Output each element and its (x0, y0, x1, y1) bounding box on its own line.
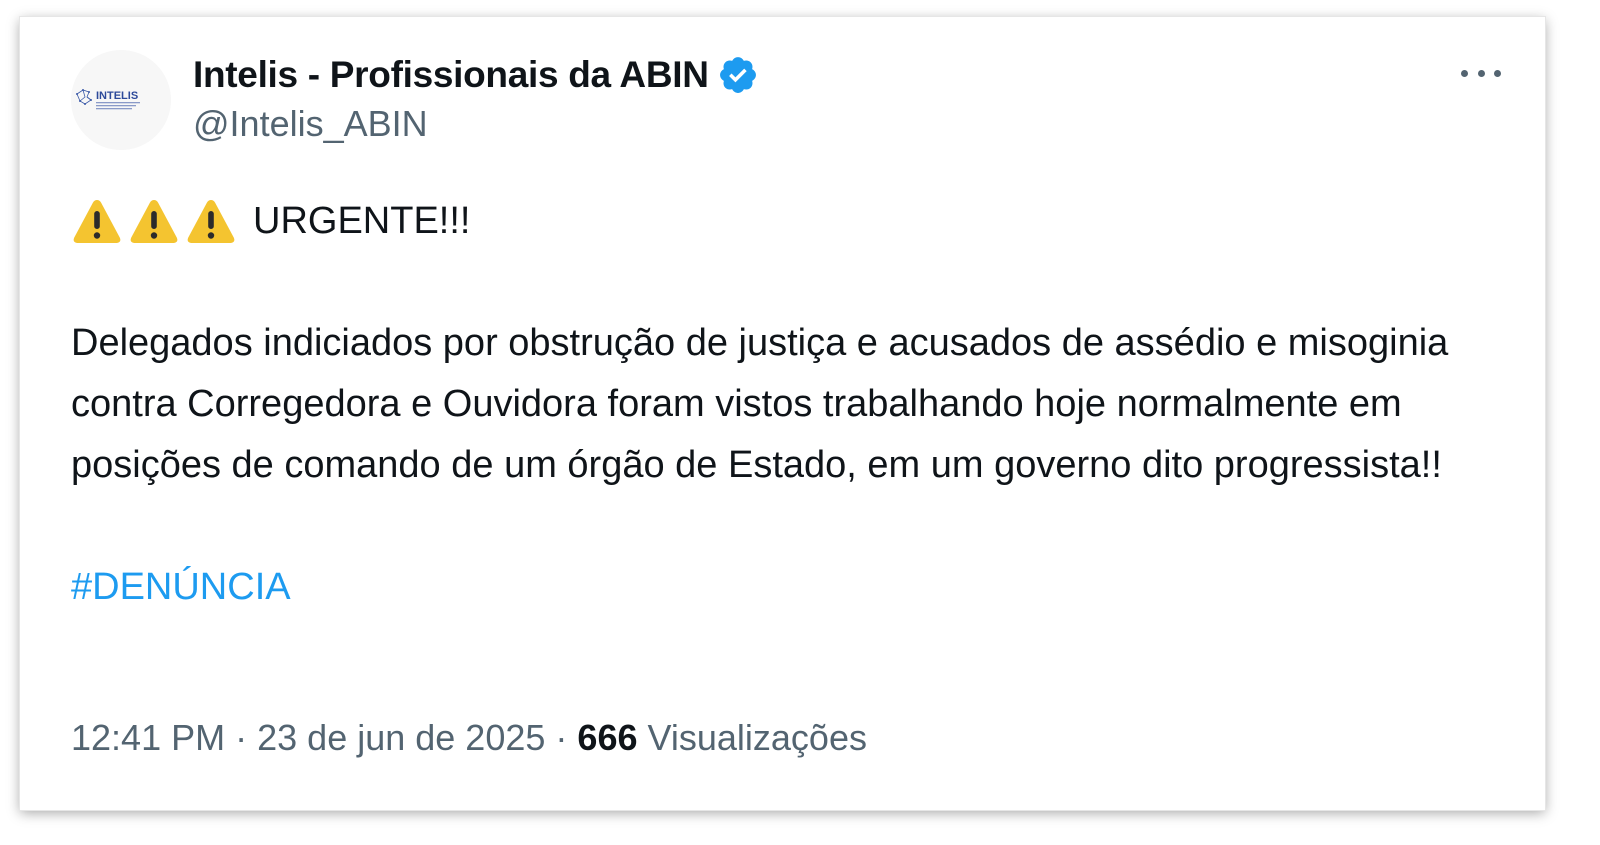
tweet-date[interactable]: 23 de jun de 2025 (257, 717, 545, 758)
hashtag-line: #DENÚNCIA (71, 557, 1511, 618)
more-options-icon[interactable] (1461, 61, 1501, 85)
avatar-logo-text: INTELIS (96, 90, 138, 102)
warning-icon (185, 196, 237, 248)
account-name-row[interactable]: Intelis - Profissionais da ABIN (193, 53, 759, 97)
tweet-text: URGENTE!!! Delegados indiciados por obst… (71, 191, 1511, 618)
avatar[interactable]: INTELIS (71, 50, 171, 150)
warning-icon (71, 196, 123, 248)
tweet-meta: 12:41 PM · 23 de jun de 2025 · 666 Visua… (71, 717, 867, 759)
urgent-label: URGENTE!!! (253, 200, 471, 242)
account-handle[interactable]: @Intelis_ABIN (193, 103, 428, 145)
verified-badge-icon (717, 54, 759, 96)
display-name[interactable]: Intelis - Profissionais da ABIN (193, 54, 709, 96)
warning-icon (128, 196, 180, 248)
views-count: 666 (577, 717, 638, 758)
tweet-body-paragraph: Delegados indiciados por obstrução de ju… (71, 322, 1449, 486)
tweet-card: INTELIS Intelis - Profissionais da ABIN … (20, 17, 1545, 810)
tweet-time[interactable]: 12:41 PM (71, 717, 225, 758)
meta-separator: · (555, 717, 568, 758)
meta-separator: · (235, 717, 248, 758)
hashtag-link[interactable]: #DENÚNCIA (71, 566, 291, 608)
urgent-line: URGENTE!!! (71, 191, 1511, 252)
views-label: Visualizações (647, 717, 867, 758)
